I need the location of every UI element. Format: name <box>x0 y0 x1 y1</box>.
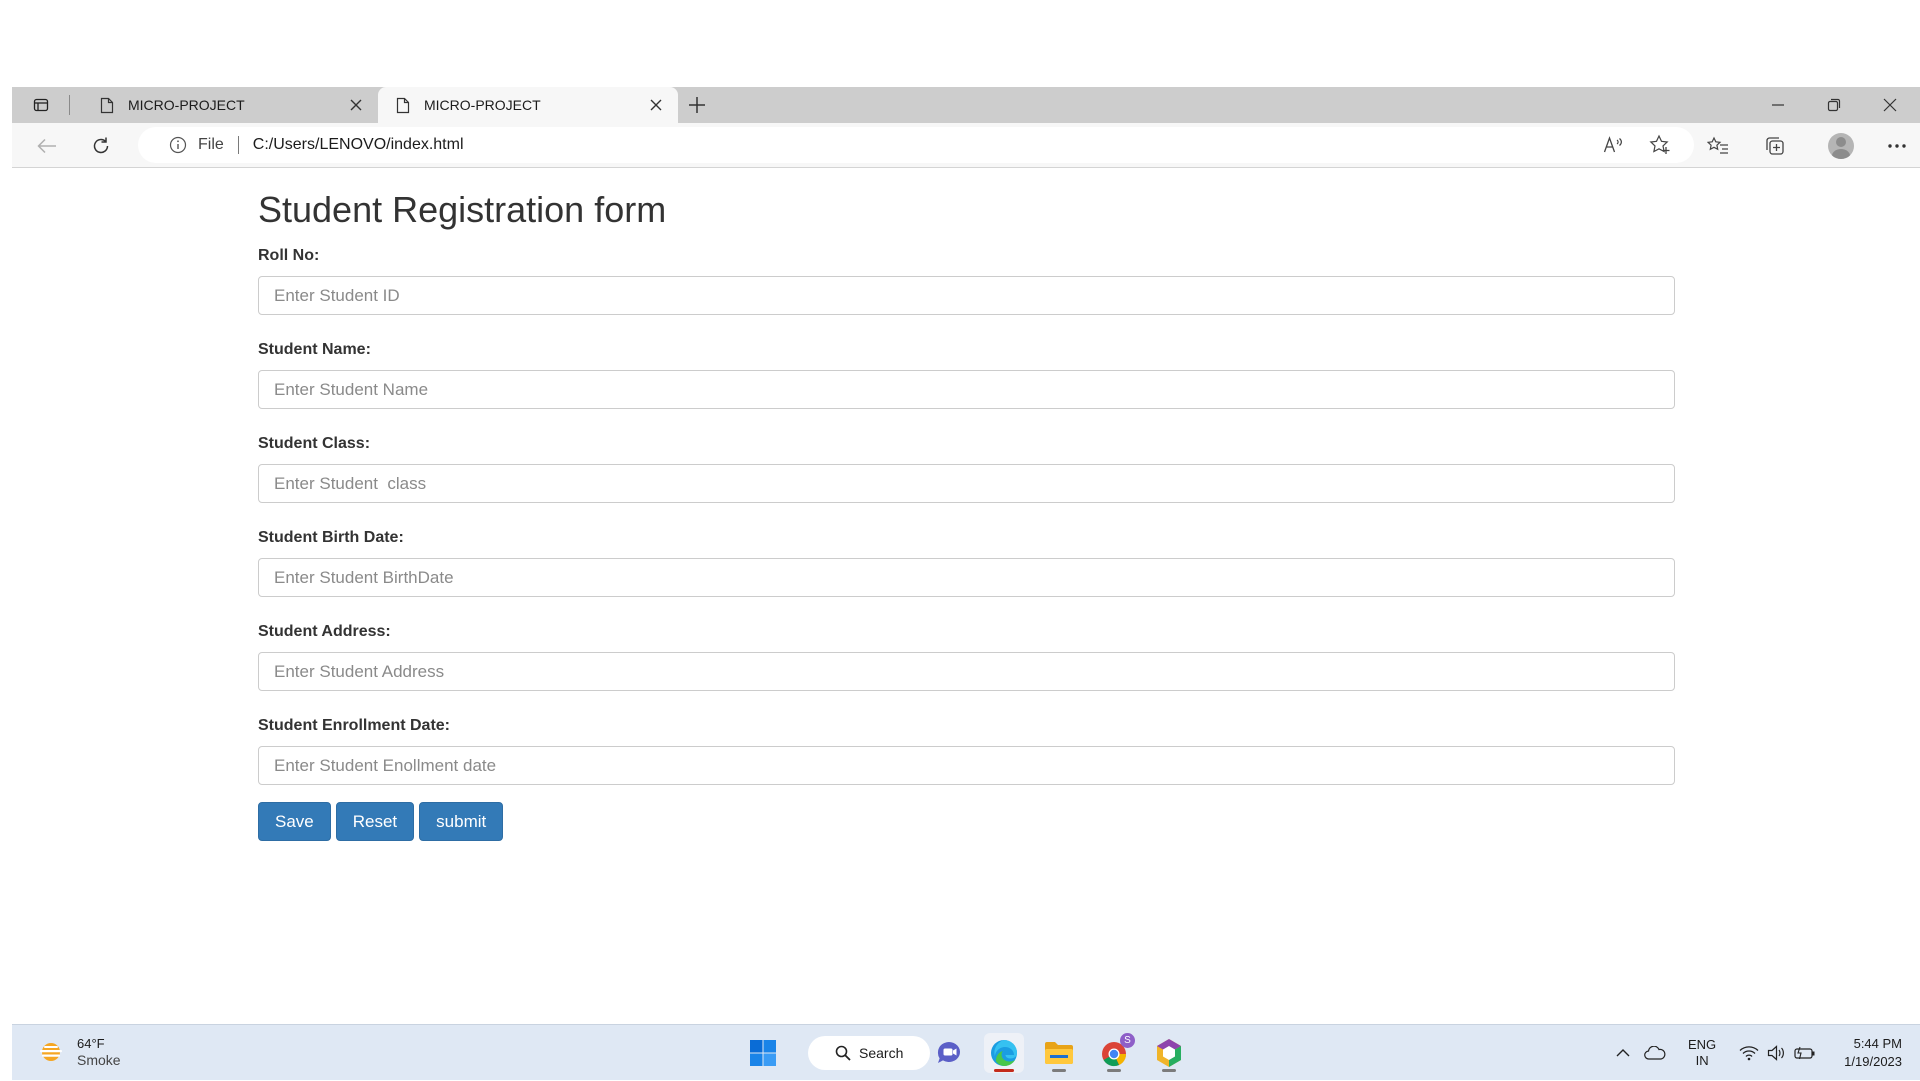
field-label: Student Enrollment Date: <box>258 717 451 734</box>
active-app-indicator <box>994 1069 1014 1072</box>
submit-button[interactable]: submit <box>419 802 504 841</box>
browser-tab-strip: MICRO-PROJECT MICRO-PROJECT <box>12 87 1920 123</box>
address-bar[interactable]: File C:/Users/LENOVO/index.html <box>138 127 1694 163</box>
close-tab-icon[interactable] <box>646 95 666 115</box>
url-text[interactable]: C:/Users/LENOVO/index.html <box>253 136 1602 154</box>
enrollment-date-field: Student Enrollment Date: <box>258 717 1675 785</box>
folder-icon <box>1045 1042 1073 1064</box>
reset-button[interactable]: Reset <box>335 802 415 841</box>
student-name-field: Student Name: <box>258 341 1675 409</box>
wifi-icon[interactable] <box>1738 1042 1760 1064</box>
browser-tab-active[interactable]: MICRO-PROJECT <box>378 87 678 123</box>
field-label: Student Class: <box>258 435 371 452</box>
tab-actions-icon[interactable] <box>32 96 50 114</box>
field-label: Roll No: <box>258 247 320 264</box>
address-input[interactable] <box>258 652 1675 691</box>
browser-tab[interactable]: MICRO-PROJECT <box>82 87 378 123</box>
favorites-icon[interactable] <box>1705 133 1731 159</box>
tab-divider <box>69 95 70 115</box>
minimize-icon[interactable] <box>1766 93 1790 117</box>
new-tab-icon[interactable] <box>687 95 707 115</box>
windows-logo-icon <box>750 1040 776 1066</box>
chrome-app[interactable]: S <box>1094 1033 1135 1073</box>
collections-icon[interactable] <box>1762 133 1788 159</box>
student-name-input[interactable] <box>258 370 1675 409</box>
chat-camera-icon <box>937 1042 960 1063</box>
enrollment-date-input[interactable] <box>258 746 1675 785</box>
taskbar-search[interactable]: Search <box>808 1036 930 1070</box>
student-class-input[interactable] <box>258 464 1675 503</box>
refresh-icon[interactable] <box>88 133 114 159</box>
weather-condition: Smoke <box>77 1052 121 1068</box>
profile-avatar[interactable] <box>1828 133 1854 159</box>
back-arrow-icon[interactable] <box>34 133 60 159</box>
add-favorite-icon[interactable] <box>1648 133 1672 157</box>
field-label: Student Name: <box>258 341 371 358</box>
battery-icon[interactable] <box>1794 1042 1816 1064</box>
search-label: Search <box>859 1045 904 1061</box>
onedrive-cloud-icon[interactable] <box>1644 1042 1666 1064</box>
address-divider <box>237 136 239 154</box>
system-clock[interactable]: 5:44 PM 1/19/2023 <box>1844 1035 1902 1071</box>
field-label: Student Birth Date: <box>258 529 404 546</box>
running-app-indicator <box>1162 1069 1176 1072</box>
address-field: Student Address: <box>258 623 1675 691</box>
volume-icon[interactable] <box>1766 1042 1788 1064</box>
roll-no-input[interactable] <box>258 276 1675 315</box>
birth-date-field: Student Birth Date: <box>258 529 1675 597</box>
clock-time: 5:44 PM <box>1853 1036 1903 1051</box>
language-indicator[interactable]: ENG IN <box>1688 1037 1716 1069</box>
weather-widget[interactable]: 64°F Smoke <box>37 1036 121 1068</box>
edge-app[interactable] <box>984 1033 1024 1073</box>
close-tab-icon[interactable] <box>346 95 366 115</box>
read-aloud-icon[interactable] <box>1602 133 1626 157</box>
running-app-indicator <box>1107 1069 1121 1072</box>
page-content: Student Registration form Roll No: Stude… <box>258 186 1675 841</box>
profile-badge: S <box>1120 1033 1135 1048</box>
form-actions: Save Reset submit <box>258 802 1675 841</box>
show-hidden-icons[interactable] <box>1612 1042 1634 1064</box>
restore-icon[interactable] <box>1822 93 1846 117</box>
weather-temp: 64°F <box>77 1036 105 1051</box>
field-label: Student Address: <box>258 623 391 640</box>
save-button[interactable]: Save <box>258 802 331 841</box>
pinned-app[interactable] <box>1149 1033 1189 1073</box>
region-code: IN <box>1695 1053 1709 1068</box>
page-title: Student Registration form <box>258 189 667 230</box>
birth-date-input[interactable] <box>258 558 1675 597</box>
document-icon <box>98 96 116 114</box>
file-explorer-app[interactable] <box>1039 1033 1079 1073</box>
search-icon <box>835 1045 851 1061</box>
student-class-field: Student Class: <box>258 435 1675 503</box>
teams-chat-app[interactable] <box>930 1033 970 1073</box>
running-app-indicator <box>1052 1069 1066 1072</box>
hexagon-app-icon <box>1157 1039 1181 1067</box>
more-options-icon[interactable] <box>1884 133 1910 159</box>
tab-title: MICRO-PROJECT <box>128 97 245 113</box>
language-code: ENG <box>1688 1037 1717 1052</box>
clock-date: 1/19/2023 <box>1844 1054 1903 1069</box>
browser-toolbar: File C:/Users/LENOVO/index.html <box>12 123 1920 168</box>
edge-icon <box>991 1040 1017 1066</box>
system-tray: ENG IN 5:44 PM 1/19/2023 <box>1612 1025 1902 1081</box>
close-window-icon[interactable] <box>1878 93 1902 117</box>
document-icon <box>394 96 412 114</box>
windows-taskbar: 64°F Smoke Search S ENG IN 5:44 PM 1/19/… <box>12 1024 1920 1080</box>
tab-title: MICRO-PROJECT <box>424 97 541 113</box>
scheme-label: File <box>198 136 224 153</box>
haze-icon <box>40 1043 62 1061</box>
roll-no-field: Roll No: <box>258 247 1675 315</box>
start-button[interactable] <box>743 1033 783 1073</box>
info-icon[interactable] <box>168 135 188 155</box>
